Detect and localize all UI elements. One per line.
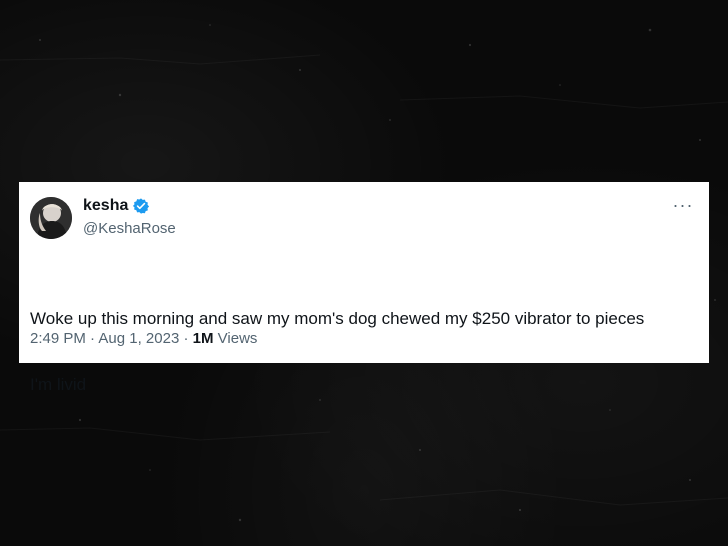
tweet-meta: 2:49 PM · Aug 1, 2023 · 1M Views (30, 329, 257, 349)
tweet-time[interactable]: 2:49 PM (30, 330, 86, 347)
tweet-text: Woke up this morning and saw my mom's do… (30, 264, 682, 440)
more-options-icon[interactable]: ··· (671, 196, 695, 214)
verified-badge-icon (133, 198, 150, 214)
display-name[interactable]: kesha (83, 196, 128, 216)
tweet-card[interactable]: kesha @KeshaRose ··· Woke up this mornin… (19, 182, 709, 394)
tweet-text-line: I'm livid (30, 375, 87, 394)
views-count: 1M (192, 330, 214, 347)
avatar[interactable] (30, 197, 72, 239)
views-label: Views (217, 330, 258, 347)
avatar-image (30, 197, 72, 239)
meta-separator: · (183, 330, 189, 347)
tweet-screenshot: kesha @KeshaRose ··· Woke up this mornin… (0, 0, 728, 546)
tweet-date[interactable]: Aug 1, 2023 (98, 330, 179, 347)
meta-separator: · (90, 330, 96, 347)
handle[interactable]: @KeshaRose (83, 220, 176, 238)
tweet-text-line: Woke up this morning and saw my mom's do… (30, 309, 645, 328)
author-row: kesha (83, 196, 150, 216)
